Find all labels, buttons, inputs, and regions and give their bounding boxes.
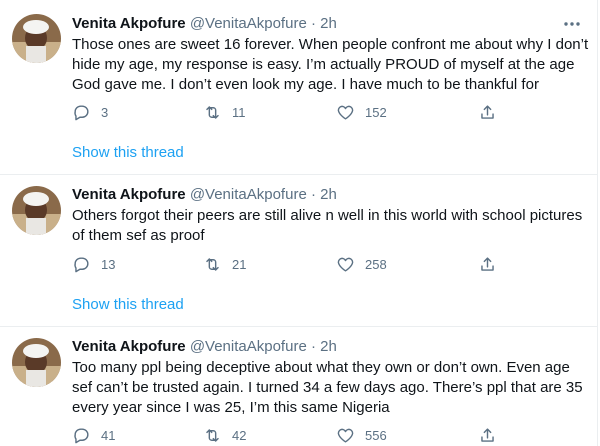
retweet-button[interactable]: 11 bbox=[203, 101, 246, 123]
show-thread-link[interactable]: Show this thread bbox=[72, 143, 184, 163]
timeline-right-border bbox=[597, 0, 598, 446]
tweet-header: Venita Akpofure @VenitaAkpofure · 2h bbox=[72, 185, 337, 205]
tweet-2[interactable]: Venita Akpofure @VenitaAkpofure · 2h Oth… bbox=[0, 175, 597, 326]
heart-outline-icon bbox=[337, 428, 354, 443]
tweet-actions: 41 42 556 bbox=[72, 424, 592, 446]
tweet-header: Venita Akpofure @VenitaAkpofure · 2h bbox=[72, 337, 337, 357]
show-thread-link[interactable]: Show this thread bbox=[72, 295, 184, 315]
author-name[interactable]: Venita Akpofure bbox=[72, 338, 186, 355]
author-handle[interactable]: @VenitaAkpofure bbox=[190, 186, 307, 203]
like-count: 258 bbox=[365, 256, 387, 272]
retweet-arrows-icon bbox=[206, 428, 219, 442]
tweet-time[interactable]: 2h bbox=[320, 15, 337, 32]
author-handle[interactable]: @VenitaAkpofure bbox=[190, 338, 307, 355]
separator-dot: · bbox=[310, 186, 316, 203]
reply-button[interactable]: 13 bbox=[72, 253, 115, 275]
tweet-text: Too many ppl being deceptive about what … bbox=[72, 359, 583, 416]
separator-dot: · bbox=[310, 338, 316, 355]
retweet-count: 11 bbox=[232, 104, 246, 120]
like-button[interactable]: 152 bbox=[336, 101, 387, 123]
reply-bubble-icon bbox=[74, 427, 89, 443]
share-upload-icon bbox=[481, 104, 494, 119]
tweet-3[interactable]: Venita Akpofure @VenitaAkpofure · 2h Too… bbox=[0, 327, 597, 446]
heart-outline-icon bbox=[337, 257, 354, 272]
avatar[interactable] bbox=[12, 14, 61, 63]
reply-bubble-icon bbox=[74, 104, 89, 120]
author-name[interactable]: Venita Akpofure bbox=[72, 186, 186, 203]
reply-count: 13 bbox=[101, 256, 116, 272]
tweet-1[interactable]: Venita Akpofure @VenitaAkpofure · 2h Tho… bbox=[0, 0, 597, 174]
retweet-button[interactable]: 42 bbox=[203, 424, 246, 446]
share-upload-icon bbox=[481, 427, 494, 442]
reply-count: 3 bbox=[101, 104, 109, 120]
retweet-arrows-icon bbox=[206, 105, 219, 119]
tweet-text: Others forgot their peers are still aliv… bbox=[72, 207, 583, 244]
author-name[interactable]: Venita Akpofure bbox=[72, 15, 186, 32]
reply-button[interactable]: 41 bbox=[72, 424, 115, 446]
heart-outline-icon bbox=[337, 105, 354, 120]
retweet-count: 21 bbox=[232, 256, 247, 272]
retweet-count: 42 bbox=[232, 427, 247, 443]
avatar-photo bbox=[12, 338, 61, 387]
separator-dot: · bbox=[310, 15, 316, 32]
avatar[interactable] bbox=[12, 186, 61, 235]
tweet-text: Those ones are sweet 16 forever. When pe… bbox=[72, 36, 589, 93]
retweet-button[interactable]: 21 bbox=[203, 253, 246, 275]
share-button[interactable] bbox=[478, 253, 497, 275]
tweet-time[interactable]: 2h bbox=[320, 338, 337, 355]
like-count: 556 bbox=[365, 427, 387, 443]
avatar[interactable] bbox=[12, 338, 61, 387]
tweet-header: Venita Akpofure @VenitaAkpofure · 2h bbox=[72, 14, 337, 34]
tweet-actions: 13 21 258 bbox=[72, 253, 592, 275]
author-handle[interactable]: @VenitaAkpofure bbox=[190, 15, 307, 32]
like-button[interactable]: 258 bbox=[336, 253, 387, 275]
reply-count: 41 bbox=[101, 427, 116, 443]
tweet-actions: 3 11 152 bbox=[72, 101, 592, 123]
share-upload-icon bbox=[481, 256, 494, 271]
reply-bubble-icon bbox=[74, 256, 89, 272]
share-button[interactable] bbox=[478, 424, 497, 446]
reply-button[interactable]: 3 bbox=[72, 101, 108, 123]
share-button[interactable] bbox=[478, 101, 497, 123]
retweet-arrows-icon bbox=[206, 257, 219, 271]
more-horizontal-icon[interactable] bbox=[562, 14, 582, 34]
avatar-photo bbox=[12, 14, 61, 63]
avatar-photo bbox=[12, 186, 61, 235]
like-button[interactable]: 556 bbox=[336, 424, 387, 446]
tweet-time[interactable]: 2h bbox=[320, 186, 337, 203]
like-count: 152 bbox=[365, 104, 387, 120]
